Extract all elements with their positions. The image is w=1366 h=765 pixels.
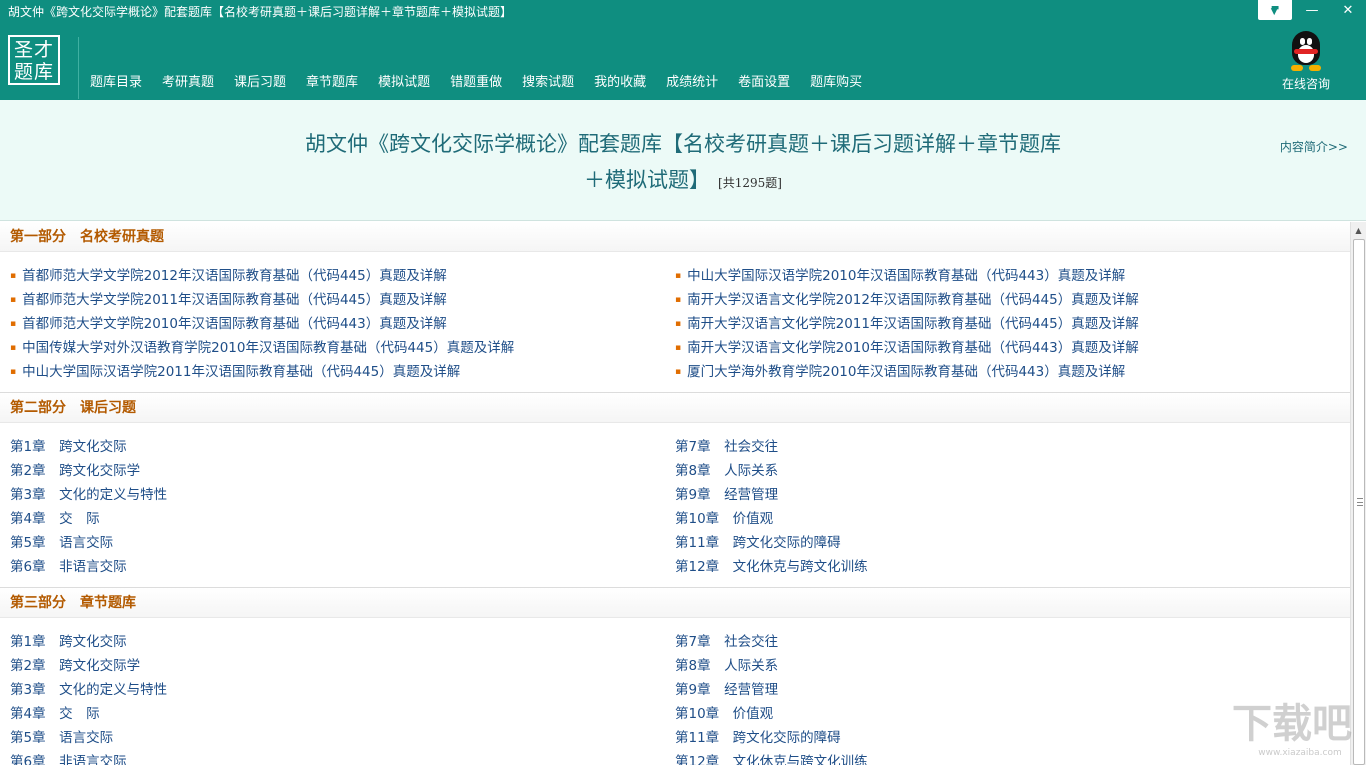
scrollbar-thumb[interactable] bbox=[1353, 239, 1365, 765]
chapter-link[interactable]: 第1章 跨文化交际 bbox=[10, 435, 675, 459]
chapter-link[interactable]: 第3章 文化的定义与特性 bbox=[10, 483, 675, 507]
logo: 圣才 题库 bbox=[8, 35, 60, 85]
logo-top-text: 圣才 bbox=[13, 39, 54, 61]
chapter-link[interactable]: 第5章 语言交际 bbox=[10, 726, 675, 750]
title-bar: 胡文仲《跨文化交际学概论》配套题库【名校考研真题＋课后习题详解＋章节题库＋模拟试… bbox=[0, 0, 1366, 25]
chapter-link[interactable]: 第7章 社会交往 bbox=[675, 435, 1340, 459]
exam-paper-link[interactable]: 首都师范大学文学院2010年汉语国际教育基础（代码443）真题及详解 bbox=[10, 312, 675, 336]
header: 圣才 题库 题库目录 考研真题 课后习题 章节题库 模拟试题 错题重做 搜索试题 我的收藏 成绩… bbox=[0, 25, 1366, 100]
nav-item[interactable]: 搜索试题 bbox=[512, 72, 584, 94]
exam-paper-link[interactable]: 中山大学国际汉语学院2011年汉语国际教育基础（代码445）真题及详解 bbox=[10, 360, 675, 384]
online-consult-label: 在线咨询 bbox=[1281, 77, 1330, 91]
qq-penguin-icon bbox=[1289, 31, 1323, 71]
vertical-scrollbar[interactable]: ▲ bbox=[1350, 222, 1366, 765]
chapter-link[interactable]: 第4章 交 际 bbox=[10, 702, 675, 726]
chapter-link[interactable]: 第11章 跨文化交际的障碍 bbox=[675, 531, 1340, 555]
section-part: 第一部分 bbox=[10, 229, 66, 245]
grip-icon bbox=[1357, 498, 1363, 506]
chapter-link[interactable]: 第7章 社会交往 bbox=[675, 630, 1340, 654]
item-column-right: 中山大学国际汉语学院2010年汉语国际教育基础（代码443）真题及详解南开大学汉… bbox=[675, 264, 1340, 384]
nav-item[interactable]: 课后习题 bbox=[224, 72, 296, 94]
section-header: 第二部分 课后习题 bbox=[0, 393, 1350, 423]
exam-paper-link[interactable]: 首都师范大学文学院2011年汉语国际教育基础（代码445）真题及详解 bbox=[10, 288, 675, 312]
exam-paper-link[interactable]: 南开大学汉语言文化学院2010年汉语国际教育基础（代码443）真题及详解 bbox=[675, 336, 1340, 360]
watermark-url: www.xiazaiba.com bbox=[1258, 748, 1342, 758]
exam-paper-link[interactable]: 南开大学汉语言文化学院2012年汉语国际教育基础（代码445）真题及详解 bbox=[675, 288, 1340, 312]
chapter-link[interactable]: 第8章 人际关系 bbox=[675, 459, 1340, 483]
exam-paper-link[interactable]: 中国传媒大学对外汉语教育学院2010年汉语国际教育基础（代码445）真题及详解 bbox=[10, 336, 675, 360]
section-items: 第1章 跨文化交际 第2章 跨文化交际学 第3章 文化的定义与特性 第4章 交 际第5… bbox=[0, 423, 1350, 587]
nav-item[interactable]: 成绩统计 bbox=[656, 72, 728, 94]
book-title-text: 胡文仲《跨文化交际学概论》配套题库【名校考研真题＋课后习题详解＋章节题库＋模拟试… bbox=[305, 132, 1061, 192]
section-items: 第1章 跨文化交际 第2章 跨文化交际学 第3章 文化的定义与特性 第4章 交 际第5… bbox=[0, 618, 1350, 765]
nav-item[interactable]: 错题重做 bbox=[440, 72, 512, 94]
chapter-link[interactable]: 第8章 人际关系 bbox=[675, 654, 1340, 678]
catalog-section: 第二部分 课后习题 第1章 跨文化交际 第2章 跨文化交际学 第3章 文化的定义与特性第… bbox=[0, 393, 1350, 588]
section-header: 第一部分 名校考研真题 bbox=[0, 222, 1350, 252]
exam-paper-link[interactable]: 中山大学国际汉语学院2010年汉语国际教育基础（代码443）真题及详解 bbox=[675, 264, 1340, 288]
item-column-left: 第1章 跨文化交际 第2章 跨文化交际学 第3章 文化的定义与特性 第4章 交 际第5… bbox=[10, 630, 675, 765]
chapter-link[interactable]: 第5章 语言交际 bbox=[10, 531, 675, 555]
nav-item[interactable]: 考研真题 bbox=[152, 72, 224, 94]
catalog-section: 第一部分名校考研真题首都师范大学文学院2012年汉语国际教育基础（代码445）真… bbox=[0, 222, 1350, 393]
close-icon: ✕ bbox=[1342, 2, 1354, 18]
logo-bottom-text: 题库 bbox=[13, 61, 54, 83]
section-name: 课后习题 bbox=[80, 400, 136, 416]
chapter-link[interactable]: 第1章 跨文化交际 bbox=[10, 630, 675, 654]
logo-divider bbox=[78, 37, 79, 99]
chapter-link[interactable]: 第3章 文化的定义与特性 bbox=[10, 678, 675, 702]
nav-item[interactable]: 章节题库 bbox=[296, 72, 368, 94]
window-title: 胡文仲《跨文化交际学概论》配套题库【名校考研真题＋课后习题详解＋章节题库＋模拟试… bbox=[8, 5, 513, 19]
scroll-up-arrow-icon[interactable]: ▲ bbox=[1351, 222, 1366, 238]
section-part: 第三部分 bbox=[10, 595, 66, 611]
chapter-link[interactable]: 第6章 非语言交际 bbox=[10, 555, 675, 579]
chapter-link[interactable]: 第12章 文化休克与跨文化训练 bbox=[675, 555, 1340, 579]
app-window: 胡文仲《跨文化交际学概论》配套题库【名校考研真题＋课后习题详解＋章节题库＋模拟试… bbox=[0, 0, 1366, 765]
chapter-link[interactable]: 第2章 跨文化交际学 bbox=[10, 654, 675, 678]
content-intro-link[interactable]: 内容简介>> bbox=[1280, 138, 1348, 155]
online-consult-button[interactable]: 在线咨询 bbox=[1276, 31, 1336, 92]
main-nav: 题库目录 考研真题 课后习题 章节题库 模拟试题 错题重做 搜索试题 我的收藏 成绩统计 卷面设置… bbox=[80, 72, 872, 94]
minimize-button[interactable]: — bbox=[1294, 0, 1330, 20]
nav-item[interactable]: 题库购买 bbox=[800, 72, 872, 94]
nav-item[interactable]: 题库目录 bbox=[80, 72, 152, 94]
catalog-content: 第一部分名校考研真题首都师范大学文学院2012年汉语国际教育基础（代码445）真… bbox=[0, 222, 1350, 765]
chapter-link[interactable]: 第9章 经营管理 bbox=[675, 483, 1340, 507]
exam-paper-link[interactable]: 首都师范大学文学院2012年汉语国际教育基础（代码445）真题及详解 bbox=[10, 264, 675, 288]
chapter-link[interactable]: 第10章 价值观 bbox=[675, 507, 1340, 531]
section-header: 第三部分 章节题库 bbox=[0, 588, 1350, 618]
item-column-left: 首都师范大学文学院2012年汉语国际教育基础（代码445）真题及详解首都师范大学… bbox=[10, 264, 675, 384]
chapter-link[interactable]: 第2章 跨文化交际学 bbox=[10, 459, 675, 483]
chapter-link[interactable]: 第6章 非语言交际 bbox=[10, 750, 675, 765]
chapter-link[interactable]: 第9章 经营管理 bbox=[675, 678, 1340, 702]
catalog-section: 第三部分 章节题库 第1章 跨文化交际 第2章 跨文化交际学 第3章 文化的定义与特性第… bbox=[0, 588, 1350, 765]
dropdown-menu-button[interactable]: ▬ ▼ bbox=[1258, 0, 1292, 20]
item-column-right: 第7章 社会交往 第8章 人际关系 第9章 经营管理 第10章 价值观 第11章 跨文化… bbox=[675, 435, 1340, 579]
close-button[interactable]: ✕ bbox=[1330, 0, 1366, 20]
section-items: 首都师范大学文学院2012年汉语国际教育基础（代码445）真题及详解首都师范大学… bbox=[0, 252, 1350, 392]
nav-item[interactable]: 我的收藏 bbox=[584, 72, 656, 94]
book-banner: 胡文仲《跨文化交际学概论》配套题库【名校考研真题＋课后习题详解＋章节题库＋模拟试… bbox=[0, 100, 1366, 221]
nav-item[interactable]: 模拟试题 bbox=[368, 72, 440, 94]
chevron-down-icon: ▬ ▼ bbox=[1270, 3, 1280, 17]
section-part: 第二部分 bbox=[10, 400, 66, 416]
section-name: 名校考研真题 bbox=[80, 229, 164, 245]
exam-paper-link[interactable]: 厦门大学海外教育学院2010年汉语国际教育基础（代码443）真题及详解 bbox=[675, 360, 1340, 384]
item-column-left: 第1章 跨文化交际 第2章 跨文化交际学 第3章 文化的定义与特性 第4章 交 际第5… bbox=[10, 435, 675, 579]
chapter-link[interactable]: 第4章 交 际 bbox=[10, 507, 675, 531]
minimize-icon: — bbox=[1305, 2, 1319, 18]
nav-item[interactable]: 卷面设置 bbox=[728, 72, 800, 94]
exam-paper-link[interactable]: 南开大学汉语言文化学院2011年汉语国际教育基础（代码445）真题及详解 bbox=[675, 312, 1340, 336]
book-title: 胡文仲《跨文化交际学概论》配套题库【名校考研真题＋课后习题详解＋章节题库＋模拟试… bbox=[300, 126, 1066, 201]
section-name: 章节题库 bbox=[80, 595, 136, 611]
window-controls: ▬ ▼ — ✕ bbox=[1258, 0, 1366, 22]
question-count: [共1295题] bbox=[718, 176, 782, 190]
